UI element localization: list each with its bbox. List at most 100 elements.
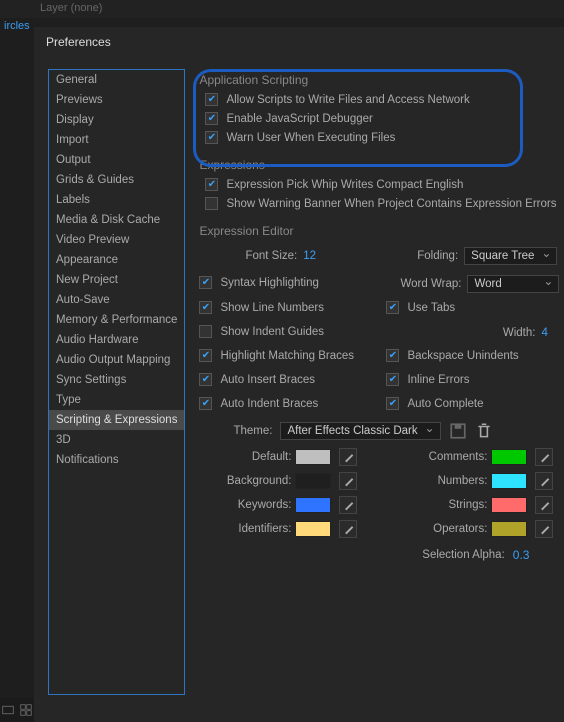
eyedropper-background[interactable] [339, 472, 357, 490]
swatch-strings[interactable] [491, 497, 527, 513]
label-color-strings: Strings: [401, 499, 487, 511]
label-folding: Folding: [417, 250, 458, 262]
label-pick-whip-compact: Expression Pick Whip Writes Compact Engl… [226, 179, 463, 191]
category-audio-hardware[interactable]: Audio Hardware [49, 330, 184, 350]
swatch-numbers[interactable] [491, 473, 527, 489]
checkbox-auto-indent-braces[interactable] [199, 397, 212, 410]
dialog-title: Preferences [34, 27, 564, 55]
category-display[interactable]: Display [49, 110, 184, 130]
checkbox-warn-executing-files[interactable] [205, 131, 218, 144]
checkbox-warning-banner[interactable] [205, 197, 218, 210]
background-tab: ircles [0, 18, 34, 38]
label-color-identifiers: Identifiers: [199, 523, 291, 535]
section-title-expressions: Expressions [199, 158, 559, 172]
category-sidebar: GeneralPreviewsDisplayImportOutputGrids … [48, 69, 185, 695]
label-indent-guides: Show Indent Guides [220, 326, 324, 338]
label-allow-scripts-write: Allow Scripts to Write Files and Access … [226, 94, 469, 106]
category-3d[interactable]: 3D [49, 430, 184, 450]
category-general[interactable]: General [49, 70, 184, 90]
category-sync-settings[interactable]: Sync Settings [49, 370, 184, 390]
label-font-size: Font Size: [245, 250, 297, 262]
eyedropper-operators[interactable] [535, 520, 553, 538]
label-inline-errors: Inline Errors [407, 374, 469, 386]
eyedropper-comments[interactable] [535, 448, 553, 466]
eyedropper-numbers[interactable] [535, 472, 553, 490]
checkbox-match-braces[interactable] [199, 349, 212, 362]
label-warn-executing-files: Warn User When Executing Files [226, 132, 395, 144]
save-theme-icon[interactable] [449, 422, 467, 440]
settings-panel: Application Scripting Allow Scripts to W… [185, 69, 563, 712]
label-color-default: Default: [199, 451, 291, 463]
category-type[interactable]: Type [49, 390, 184, 410]
dropdown-folding[interactable]: Square Tree [464, 247, 557, 265]
dropdown-theme[interactable]: After Effects Classic Dark [280, 422, 440, 440]
label-color-operators: Operators: [401, 523, 487, 535]
value-tab-width[interactable]: 4 [541, 327, 559, 339]
checkbox-auto-insert-braces[interactable] [199, 373, 212, 386]
panel-icon[interactable] [20, 704, 32, 716]
category-new-project[interactable]: New Project [49, 270, 184, 290]
label-word-wrap: Word Wrap: [401, 278, 462, 290]
checkbox-pick-whip-compact[interactable] [205, 178, 218, 191]
dropdown-word-wrap[interactable]: Word [467, 275, 559, 293]
category-memory-performance[interactable]: Memory & Performance [49, 310, 184, 330]
swatch-background[interactable] [295, 473, 331, 489]
label-syntax-highlighting: Syntax Highlighting [220, 277, 318, 289]
category-media-disk-cache[interactable]: Media & Disk Cache [49, 210, 184, 230]
category-audio-output-mapping[interactable]: Audio Output Mapping [49, 350, 184, 370]
value-font-size[interactable]: 12 [303, 250, 321, 262]
eyedropper-identifiers[interactable] [339, 520, 357, 538]
section-title-expression-editor: Expression Editor [199, 224, 559, 238]
label-use-tabs: Use Tabs [407, 302, 455, 314]
section-title-app-scripting: Application Scripting [199, 73, 559, 87]
label-enable-js-debugger: Enable JavaScript Debugger [226, 113, 372, 125]
label-auto-insert-braces: Auto Insert Braces [220, 374, 315, 386]
label-warning-banner: Show Warning Banner When Project Contain… [226, 198, 556, 210]
label-color-numbers: Numbers: [401, 475, 487, 487]
swatch-comments[interactable] [491, 449, 527, 465]
checkbox-enable-js-debugger[interactable] [205, 112, 218, 125]
swatch-identifiers[interactable] [295, 521, 331, 537]
checkbox-indent-guides[interactable] [199, 325, 212, 338]
label-auto-complete: Auto Complete [407, 398, 483, 410]
label-theme: Theme: [233, 425, 272, 437]
checkbox-syntax-highlighting[interactable] [199, 276, 212, 289]
checkbox-auto-complete[interactable] [386, 397, 399, 410]
label-backspace-unindents: Backspace Unindents [407, 350, 518, 362]
panel-icon[interactable] [2, 704, 14, 716]
category-video-preview[interactable]: Video Preview [49, 230, 184, 250]
category-appearance[interactable]: Appearance [49, 250, 184, 270]
preferences-dialog: Preferences GeneralPreviewsDisplayImport… [34, 27, 564, 722]
checkbox-inline-errors[interactable] [386, 373, 399, 386]
category-scripting-expressions[interactable]: Scripting & Expressions [49, 410, 184, 430]
eyedropper-strings[interactable] [535, 496, 553, 514]
swatch-default[interactable] [295, 449, 331, 465]
delete-theme-icon[interactable] [475, 422, 493, 440]
category-import[interactable]: Import [49, 130, 184, 150]
label-auto-indent-braces: Auto Indent Braces [220, 398, 318, 410]
label-color-keywords: Keywords: [199, 499, 291, 511]
label-tab-width: Width: [503, 327, 536, 339]
category-grids-guides[interactable]: Grids & Guides [49, 170, 184, 190]
eyedropper-keywords[interactable] [339, 496, 357, 514]
category-previews[interactable]: Previews [49, 90, 184, 110]
label-match-braces: Highlight Matching Braces [220, 350, 354, 362]
category-notifications[interactable]: Notifications [49, 450, 184, 470]
label-color-background: Background: [199, 475, 291, 487]
checkbox-use-tabs[interactable] [386, 301, 399, 314]
background-layer-label: Layer (none) [0, 0, 564, 18]
category-output[interactable]: Output [49, 150, 184, 170]
category-auto-save[interactable]: Auto-Save [49, 290, 184, 310]
checkbox-backspace-unindents[interactable] [386, 349, 399, 362]
label-selection-alpha: Selection Alpha: [422, 549, 504, 561]
background-panel-icons [0, 698, 34, 722]
swatch-operators[interactable] [491, 521, 527, 537]
checkbox-line-numbers[interactable] [199, 301, 212, 314]
label-color-comments: Comments: [401, 451, 487, 463]
checkbox-allow-scripts-write[interactable] [205, 93, 218, 106]
swatch-keywords[interactable] [295, 497, 331, 513]
category-labels[interactable]: Labels [49, 190, 184, 210]
value-selection-alpha[interactable]: 0.3 [513, 548, 530, 562]
label-line-numbers: Show Line Numbers [220, 302, 324, 314]
eyedropper-default[interactable] [339, 448, 357, 466]
